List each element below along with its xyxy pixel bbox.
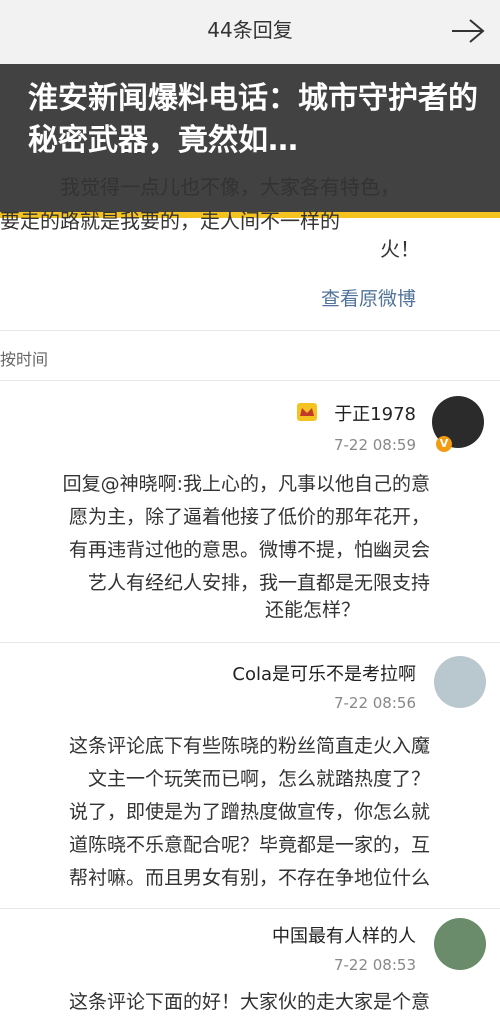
comment-username[interactable]: 于正1978 xyxy=(334,400,416,426)
post-line: 要走的路就是我要的，走人间不一样的 xyxy=(0,209,340,233)
divider xyxy=(0,908,500,909)
comment-line: 回复@神晓啊:我上心的，凡事以他自己的意 xyxy=(62,473,430,495)
comment-line: 帮衬嘛。而且男女有别，不存在争地位什么 xyxy=(68,867,430,889)
comment-username[interactable]: Cola是可乐不是考拉啊 xyxy=(232,660,416,686)
verified-icon: V xyxy=(436,436,452,452)
divider xyxy=(0,380,500,381)
comment-line: 文主一个玩笑而已啊，怎么就踏热度了？ xyxy=(87,768,430,790)
comment-line: 有再违背过他的意思。微博不提，怕幽灵会 xyxy=(68,539,430,561)
view-original-link[interactable]: 查看原微博 xyxy=(321,284,416,311)
comment-line: 道陈晓不乐意配合呢？毕竟都是一家的，互 xyxy=(68,834,430,856)
comment-time: 7-22 08:53 xyxy=(333,956,416,974)
comment-time: 7-22 08:59 xyxy=(333,436,416,454)
comment-username[interactable]: 中国最有人样的人 xyxy=(272,922,416,948)
divider xyxy=(0,330,500,331)
comment-line: 说了，即使是为了蹭热度做宣传，你怎么就 xyxy=(68,801,430,823)
comment-line: 这条评论下面的好！大家伙的走大家是个意 xyxy=(68,991,430,1013)
banner-headline: 淮安新闻爆料电话：城市守护者的秘密武器，竟然如… xyxy=(28,81,478,158)
avatar[interactable] xyxy=(434,656,486,708)
sort-label[interactable]: 按时间 xyxy=(0,346,48,370)
post-line: 我觉得一点儿也不像，大家各有特色， xyxy=(60,175,400,199)
comment-line: 愿为主，除了逼着他接了低价的那年花开， xyxy=(68,506,430,528)
top-bar: 44条回复 xyxy=(0,0,500,64)
post-line: 火！ xyxy=(380,237,420,261)
page-title: 44条回复 xyxy=(207,18,293,42)
divider xyxy=(0,642,500,643)
avatar[interactable] xyxy=(434,918,486,970)
crown-icon xyxy=(297,403,317,421)
arrow-icon[interactable] xyxy=(450,16,486,46)
comment-line: 还能怎样？ xyxy=(264,599,360,621)
comment-time: 7-22 08:56 xyxy=(333,694,416,712)
comment-line: 这条评论底下有些陈晓的粉丝简直走火入魔 xyxy=(68,735,430,757)
